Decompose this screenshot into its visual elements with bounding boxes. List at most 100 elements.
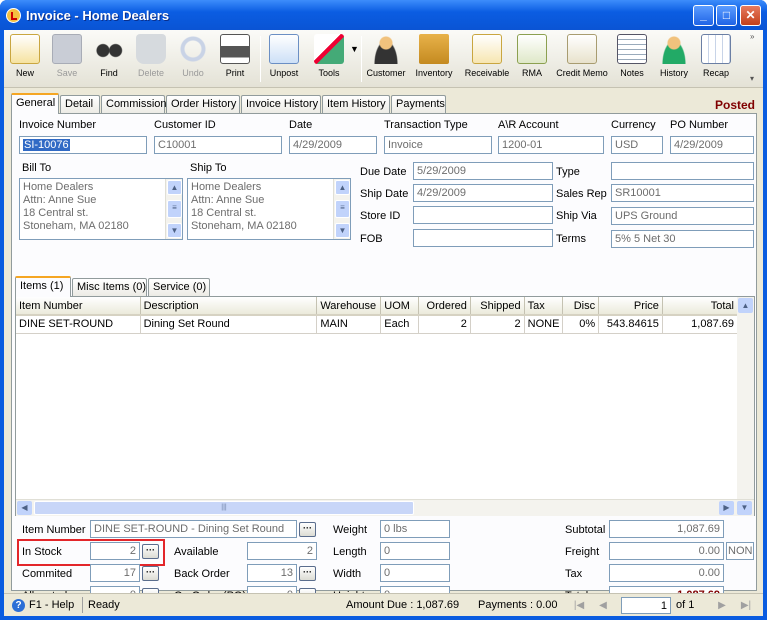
delete-button[interactable]: Delete — [132, 34, 170, 86]
cell-disc[interactable]: 0% — [562, 315, 600, 334]
save-button[interactable]: Save — [48, 34, 86, 86]
receivable-button[interactable]: Receivable — [460, 34, 514, 86]
scroll-left-icon[interactable]: ◀ — [17, 501, 32, 515]
close-button[interactable]: ✕ — [740, 5, 761, 26]
help-text[interactable]: F1 - Help — [29, 599, 74, 611]
toolbar-overflow-icon[interactable]: » — [750, 32, 754, 41]
customer-id-field[interactable]: C10001 — [154, 136, 282, 154]
store-id-field[interactable] — [413, 206, 553, 224]
col-total[interactable]: Total — [662, 297, 739, 316]
available-field[interactable]: 2 — [247, 542, 317, 560]
subtotal-field[interactable]: 1,087.69 — [609, 520, 724, 538]
col-tax[interactable]: Tax — [524, 297, 564, 316]
invoice-number-field[interactable]: SI-10076 — [19, 136, 147, 154]
unpost-button[interactable]: Unpost — [264, 34, 304, 86]
tab-item-history[interactable]: Item History — [322, 95, 390, 113]
col-warehouse[interactable]: Warehouse — [316, 297, 382, 316]
notes-button[interactable]: Notes — [616, 34, 648, 86]
credit-memo-button[interactable]: Credit Memo — [552, 34, 612, 86]
history-button[interactable]: History — [654, 34, 694, 86]
col-disc[interactable]: Disc — [562, 297, 600, 316]
col-uom[interactable]: UOM — [380, 297, 420, 316]
cell-description[interactable]: Dining Set Round — [140, 315, 318, 334]
print-button[interactable]: Print — [216, 34, 254, 86]
minimize-button[interactable]: _ — [693, 5, 714, 26]
inventory-button[interactable]: Inventory — [410, 34, 458, 86]
scroll-down-icon[interactable]: ▼ — [167, 223, 182, 238]
tools-dropdown-arrow-icon[interactable]: ▼ — [350, 44, 359, 54]
tab-general[interactable]: General — [11, 93, 59, 114]
col-price[interactable]: Price — [598, 297, 663, 316]
item-lookup-button[interactable]: ··· — [299, 522, 316, 537]
weight-field[interactable]: 0 lbs — [380, 520, 450, 538]
scroll-thumb[interactable]: ≡ — [335, 200, 350, 218]
tax-field[interactable]: 0.00 — [609, 564, 724, 582]
help-icon[interactable]: ? — [12, 599, 25, 612]
ar-account-field[interactable]: 1200-01 — [498, 136, 604, 154]
in-stock-lookup-button[interactable]: ··· — [142, 544, 159, 559]
tab-misc-items[interactable]: Misc Items (0) — [72, 278, 147, 296]
scroll-thumb[interactable]: ||| — [34, 501, 414, 515]
cell-shipped[interactable]: 2 — [470, 315, 525, 334]
find-button[interactable]: Find — [90, 34, 128, 86]
transaction-type-field[interactable]: Invoice — [384, 136, 492, 154]
next-page-icon[interactable]: ▶ — [714, 598, 730, 613]
freight-field[interactable]: 0.00 — [609, 542, 724, 560]
ship-date-field[interactable]: 4/29/2009 — [413, 184, 553, 202]
ship-via-field[interactable]: UPS Ground — [611, 207, 754, 225]
previous-page-icon[interactable]: ◀ — [595, 598, 611, 613]
cell-uom[interactable]: Each — [380, 315, 420, 334]
tab-payments[interactable]: Payments — [391, 95, 446, 113]
scroll-up-icon[interactable]: ▲ — [167, 180, 182, 195]
col-item-number[interactable]: Item Number — [16, 297, 141, 316]
back-order-field[interactable]: 13 — [247, 564, 297, 582]
tab-detail[interactable]: Detail — [60, 95, 100, 113]
grid-vertical-scrollbar[interactable]: ▲ — [737, 297, 754, 499]
rma-button[interactable]: RMA — [516, 34, 548, 86]
bill-to-scrollbar[interactable]: ▲ ≡ ▼ — [165, 179, 182, 239]
committed-field[interactable]: 17 — [90, 564, 140, 582]
in-stock-field[interactable]: 2 — [90, 542, 140, 560]
tab-service[interactable]: Service (0) — [148, 278, 210, 296]
tab-commission[interactable]: Commission — [101, 95, 167, 113]
customer-button[interactable]: Customer — [364, 34, 408, 86]
cell-item-number[interactable]: DINE SET-ROUND — [16, 315, 141, 334]
freight-code-field[interactable]: NON — [726, 542, 754, 560]
new-button[interactable]: New — [6, 34, 44, 86]
toolbar-overflow-arrow-icon[interactable]: ▾ — [750, 74, 754, 83]
first-page-icon[interactable]: |◀ — [571, 598, 587, 613]
cell-ordered[interactable]: 2 — [418, 315, 471, 334]
length-field[interactable]: 0 — [380, 542, 450, 560]
undo-button[interactable]: Undo — [174, 34, 212, 86]
tools-button[interactable]: Tools — [308, 34, 350, 86]
sales-rep-field[interactable]: SR10001 — [611, 184, 754, 202]
fob-field[interactable] — [413, 229, 553, 247]
scroll-down-icon[interactable]: ▼ — [737, 501, 752, 515]
items-grid[interactable]: Item Number Description Warehouse UOM Or… — [16, 297, 739, 334]
grid-horizontal-scrollbar[interactable]: ◀ ||| ▶ ▼ — [16, 499, 754, 516]
scroll-thumb[interactable]: ≡ — [167, 200, 182, 218]
title-bar[interactable]: Invoice - Home Dealers _ □ ✕ — [0, 0, 767, 30]
scroll-down-icon[interactable]: ▼ — [335, 223, 350, 238]
terms-field[interactable]: 5% 5 Net 30 — [611, 230, 754, 248]
back-order-lookup-button[interactable]: ··· — [299, 566, 316, 581]
col-description[interactable]: Description — [140, 297, 318, 316]
col-ordered[interactable]: Ordered — [418, 297, 471, 316]
cell-total[interactable]: 1,087.69 — [662, 315, 739, 334]
table-row[interactable]: DINE SET-ROUND Dining Set Round MAIN Eac… — [16, 315, 739, 334]
ship-to-address[interactable]: Home Dealers Attn: Anne Sue 18 Central s… — [187, 178, 351, 240]
page-number-field[interactable]: 1 — [621, 597, 671, 614]
maximize-button[interactable]: □ — [716, 5, 737, 26]
cell-price[interactable]: 543.84615 — [598, 315, 663, 334]
recap-button[interactable]: Recap — [698, 34, 734, 86]
last-page-icon[interactable]: ▶| — [738, 598, 754, 613]
cell-warehouse[interactable]: MAIN — [316, 315, 382, 334]
ship-to-scrollbar[interactable]: ▲ ≡ ▼ — [333, 179, 350, 239]
date-field[interactable]: 4/29/2009 — [289, 136, 377, 154]
width-field[interactable]: 0 — [380, 564, 450, 582]
due-date-field[interactable]: 5/29/2009 — [413, 162, 553, 180]
scroll-up-icon[interactable]: ▲ — [738, 298, 753, 313]
committed-lookup-button[interactable]: ··· — [142, 566, 159, 581]
currency-field[interactable]: USD — [611, 136, 663, 154]
tab-invoice-history[interactable]: Invoice History — [241, 95, 321, 113]
